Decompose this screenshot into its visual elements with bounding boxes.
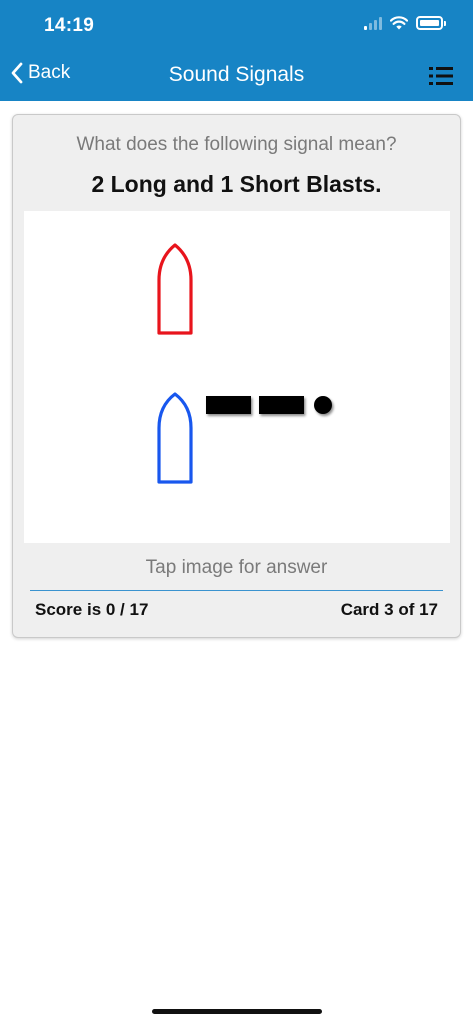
divider [30,590,443,591]
tap-hint: Tap image for answer [145,557,328,578]
status-icons [364,16,446,30]
question-text: What does the following signal mean? [76,134,397,155]
signal-diagram-svg [157,243,332,484]
battery-icon [416,16,446,30]
app-screen: 14:19 Back Sound Signals What does the f… [0,0,473,1024]
signal-diagram[interactable] [24,211,450,543]
page-title: Sound Signals [168,63,305,86]
status-time: 14:19 [44,15,95,36]
score-label: Score is 0 / 17 [35,600,149,619]
card-counter: Card 3 of 17 [340,600,438,619]
red-vessel-icon [157,243,193,335]
wifi-icon [390,16,408,30]
flashcard: What does the following signal mean? 2 L… [12,114,461,638]
long-blast-mark [206,396,251,414]
short-blast-mark [314,396,332,414]
top-bar: 14:19 Back Sound Signals [0,0,473,101]
long-blast-mark [259,396,304,414]
home-indicator[interactable] [152,1009,322,1014]
cellular-signal-icon [364,16,382,30]
list-icon[interactable] [429,65,453,87]
blue-vessel-icon [157,392,193,484]
signal-description: 2 Long and 1 Short Blasts. [91,171,382,197]
